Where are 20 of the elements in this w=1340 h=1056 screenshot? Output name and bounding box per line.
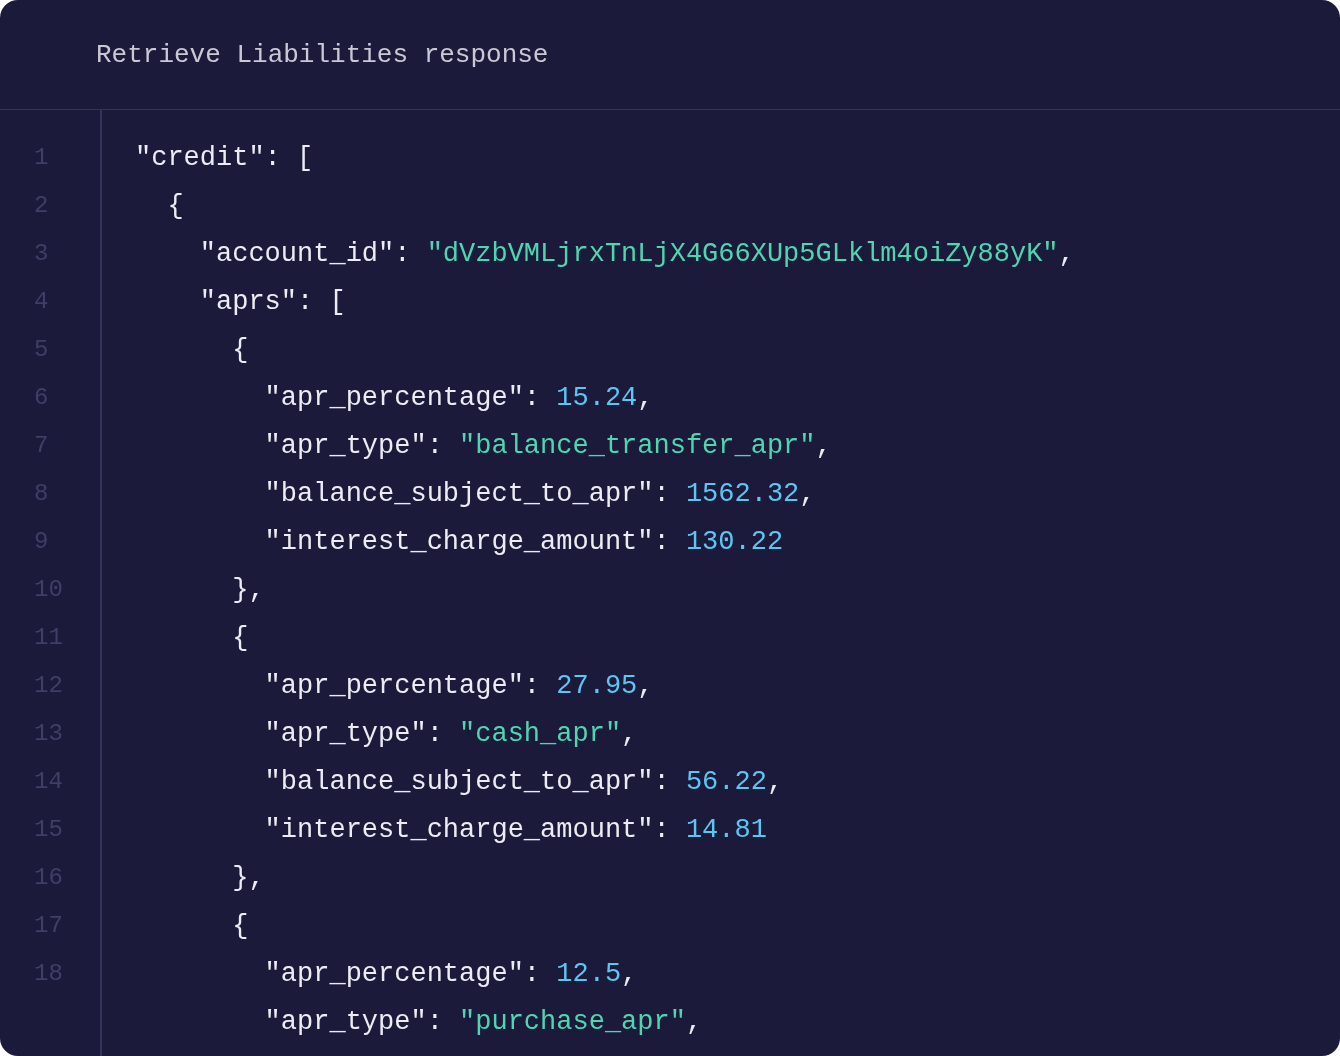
code-line: { [231, 910, 249, 943]
code-line: "balance_subject_to_apr": 56.22, [263, 766, 784, 799]
code-line: { [231, 622, 249, 655]
code-line: "aprs": [ [198, 286, 346, 319]
code-line: "apr_type": "balance_transfer_apr", [263, 430, 832, 463]
code-line: }, [231, 862, 265, 895]
code-line: "balance_subject_to_apr": 1562.32, [263, 478, 816, 511]
code-line: "credit": [ [135, 142, 314, 175]
code-line: "apr_percentage": 27.95, [263, 670, 654, 703]
panel-title: Retrieve Liabilities response [96, 39, 549, 70]
code-line: }, [231, 574, 265, 607]
code-line: "apr_type": "cash_apr", [263, 718, 638, 751]
code-line: { [166, 190, 184, 223]
code-line: "apr_percentage": 12.5, [263, 958, 638, 991]
code-line: "interest_charge_amount": 130.22 [263, 526, 784, 559]
code-line: { [231, 334, 249, 367]
code-line: "account_id": "dVzbVMLjrxTnLjX4G66XUp5GLklm4oiZy88yK", [198, 238, 1075, 271]
code-line: "apr_percentage": 15.24, [263, 382, 654, 415]
code-line: "apr_type": "purchase_apr", [263, 1006, 703, 1039]
code-line: "interest_charge_amount": 14.81 [263, 814, 767, 847]
